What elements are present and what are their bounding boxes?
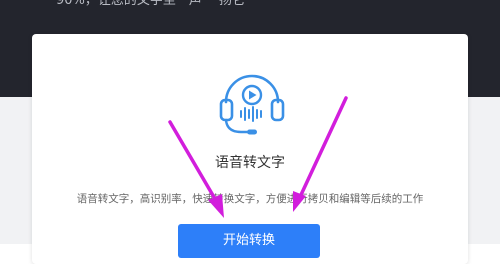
headset-audio-icon [217, 62, 287, 138]
feature-description: 语音转文字，高识别率，快速转换文字，方便进行拷贝和编辑等后续的工作 [76, 193, 424, 205]
speech-to-text-card: 语音转文字 语音转文字，高识别率，快速转换文字，方便进行拷贝和编辑等后续的工作 … [32, 34, 468, 264]
feature-title: 语音转文字 [215, 155, 285, 171]
start-convert-button[interactable]: 开始转换 [178, 224, 320, 258]
banner-caption: 90%，让您的文字至一声 一扬它 [56, 0, 246, 8]
